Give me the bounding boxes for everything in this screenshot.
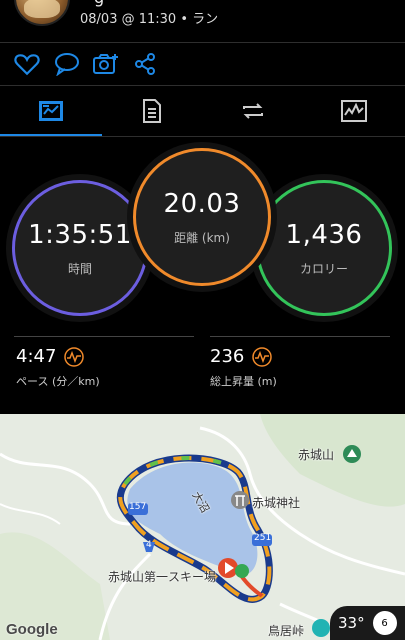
time-ring: 1:35:51 時間 [12,180,148,316]
laps-icon [142,99,161,123]
distance-value: 20.03 [163,188,241,219]
route-shield-251: 251 [254,533,272,543]
distance-ring: 20.03 距離 (km) [133,148,271,286]
route-shield-157: 157 [129,502,147,512]
wind-speed-icon: 6 [372,611,397,635]
map-label-torii-pass: 鳥居峠 [268,624,305,638]
weather-badge[interactable]: 33° 6 [330,606,405,640]
pace-chart-icon [64,346,85,367]
activity-header: g 08/03 @ 11:30 • ラン [0,0,405,42]
tab-bar [0,86,405,136]
divider [0,136,405,137]
map-label-akagi-mountain: 赤城山 [298,448,335,462]
pace-label: ペース (分／km) [16,375,100,388]
calories-ring: 1,436 カロリー [256,180,392,316]
google-logo: Google [6,621,58,638]
activity-meta: 08/03 @ 11:30 • ラン [80,12,219,27]
divider [210,336,390,337]
elevation-stat[interactable]: 236 総上昇量 (m) [210,346,277,389]
avatar[interactable] [14,0,70,26]
temperature-value: 33° [338,614,365,632]
pace-value: 4:47 [16,346,57,367]
time-value: 1:35:51 [28,219,132,250]
tab-splits[interactable] [202,86,303,136]
tab-laps[interactable] [101,86,202,136]
chart-icon [340,100,367,122]
distance-label: 距離 (km) [174,230,230,245]
summary-icon [38,101,63,121]
map-label-ski-area: 赤城山第一スキー場 [108,570,217,584]
time-label: 時間 [67,261,92,276]
like-icon[interactable] [13,50,41,78]
comment-icon[interactable] [53,50,81,78]
splits-icon [242,103,263,119]
elevation-value: 236 [210,346,245,367]
elevation-chart-icon [252,346,273,367]
tab-chart[interactable] [303,86,404,136]
elevation-label: 総上昇量 (m) [210,375,277,388]
tab-summary[interactable] [0,86,101,136]
share-icon[interactable] [131,50,159,78]
calories-value: 1,436 [285,219,363,250]
calories-label: カロリー [299,261,348,276]
divider [14,336,194,337]
action-row [0,44,405,84]
route-shield-4: 4 [146,540,152,550]
activity-title-partial: g [94,0,104,7]
divider [0,42,405,43]
pace-stat[interactable]: 4:47 ペース (分／km) [16,346,100,389]
add-photo-icon[interactable] [92,50,120,78]
map-label-akagi-shrine: 赤城神社 [252,496,301,510]
